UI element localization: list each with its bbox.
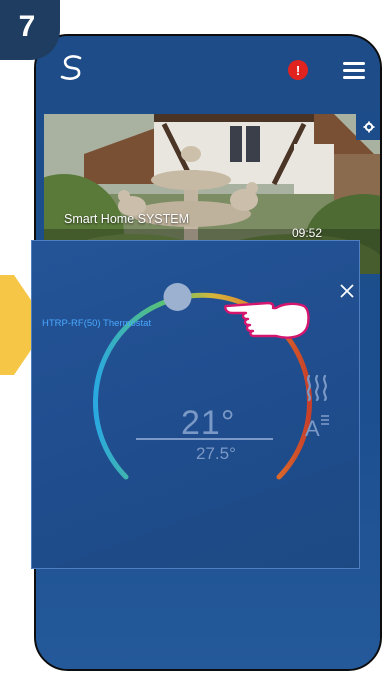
close-icon[interactable] — [340, 284, 354, 298]
hamburger-menu-icon[interactable] — [343, 62, 365, 79]
dial-knob[interactable] — [163, 283, 192, 311]
thermostat-title: HTRP-RF(50) Thermostat — [42, 318, 152, 329]
camera-settings-gear-icon[interactable] — [356, 114, 380, 140]
temperature-divider — [136, 438, 273, 440]
app-header: ! — [36, 36, 380, 106]
auto-mode-icon[interactable]: A — [304, 412, 330, 440]
svg-text:A: A — [305, 416, 320, 440]
step-badge: 7 — [0, 0, 60, 60]
set-temperature: 27.5° — [196, 444, 236, 463]
logo-icon[interactable] — [58, 52, 86, 82]
camera-time: 09:52 — [292, 226, 323, 240]
pointing-hand-icon — [224, 301, 310, 339]
alert-icon[interactable]: ! — [288, 60, 308, 80]
camera-title: Smart Home SYSTEM — [64, 212, 190, 226]
heating-waves-icon[interactable] — [304, 374, 330, 402]
